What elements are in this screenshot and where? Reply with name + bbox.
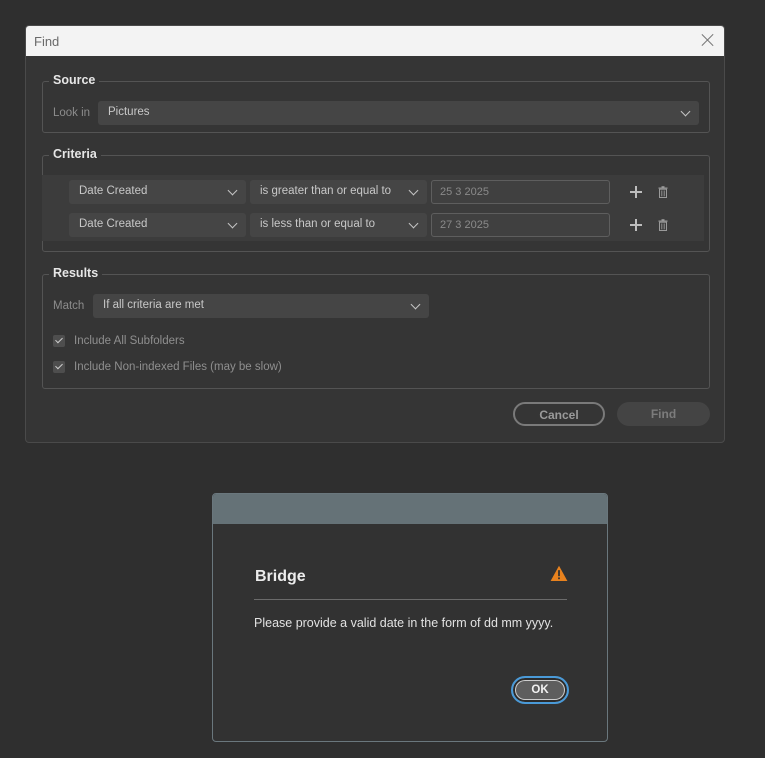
results-legend: Results <box>49 266 103 280</box>
chevron-down-icon <box>410 299 421 310</box>
alert-titlebar[interactable] <box>213 494 607 524</box>
find-titlebar[interactable]: Find <box>26 26 724 56</box>
alert-message: Please provide a valid date in the form … <box>254 616 554 630</box>
match-label: Match <box>53 300 85 312</box>
delete-criterion-icon[interactable] <box>657 186 669 198</box>
chevron-down-icon <box>680 106 691 117</box>
criteria-legend: Criteria <box>49 147 101 161</box>
add-criterion-icon[interactable] <box>630 186 642 198</box>
chevron-down-icon <box>227 218 238 229</box>
results-group: Results Match If all criteria are met In… <box>42 266 710 389</box>
include-nonindexed-checkbox[interactable] <box>53 361 65 373</box>
criteria-operator-value: is less than or equal to <box>260 218 376 230</box>
match-dropdown[interactable]: If all criteria are met <box>93 294 429 318</box>
include-nonindexed-label: Include Non-indexed Files (may be slow) <box>74 361 282 373</box>
alert-divider <box>254 599 567 600</box>
warning-icon <box>550 565 568 581</box>
alert-title: Bridge <box>255 568 306 585</box>
criteria-field-dropdown[interactable]: Date Created <box>69 180 246 204</box>
find-dialog-title: Find <box>34 34 60 49</box>
close-icon[interactable] <box>700 32 716 48</box>
find-button[interactable]: Find <box>617 402 710 426</box>
criteria-field-value: Date Created <box>79 218 148 230</box>
criteria-operator-dropdown[interactable]: is less than or equal to <box>250 213 427 237</box>
chevron-down-icon <box>408 185 419 196</box>
include-subfolders-label: Include All Subfolders <box>74 335 185 347</box>
chevron-down-icon <box>408 218 419 229</box>
look-in-label: Look in <box>53 107 91 119</box>
criteria-field-dropdown[interactable]: Date Created <box>69 213 246 237</box>
delete-criterion-icon[interactable] <box>657 219 669 231</box>
source-legend: Source <box>49 73 100 87</box>
include-subfolders-checkbox[interactable] <box>53 335 65 347</box>
chevron-down-icon <box>227 185 238 196</box>
criteria-operator-value: is greater than or equal to <box>260 185 392 197</box>
cancel-button[interactable]: Cancel <box>513 402 605 426</box>
criteria-value-input[interactable] <box>431 213 610 237</box>
find-dialog: Find Source Look in Pictures Criteria Da… <box>25 25 725 443</box>
look-in-value: Pictures <box>108 106 150 118</box>
criteria-panel: Date Created is greater than or equal to… <box>42 175 704 241</box>
criteria-value-input[interactable] <box>431 180 610 204</box>
ok-button[interactable]: OK <box>511 676 569 704</box>
criteria-operator-dropdown[interactable]: is greater than or equal to <box>250 180 427 204</box>
add-criterion-icon[interactable] <box>630 219 642 231</box>
match-value: If all criteria are met <box>103 299 204 311</box>
criteria-field-value: Date Created <box>79 185 148 197</box>
alert-dialog: Bridge Please provide a valid date in th… <box>212 493 608 742</box>
source-group: Source Look in Pictures <box>42 73 710 133</box>
look-in-dropdown[interactable]: Pictures <box>98 101 699 125</box>
